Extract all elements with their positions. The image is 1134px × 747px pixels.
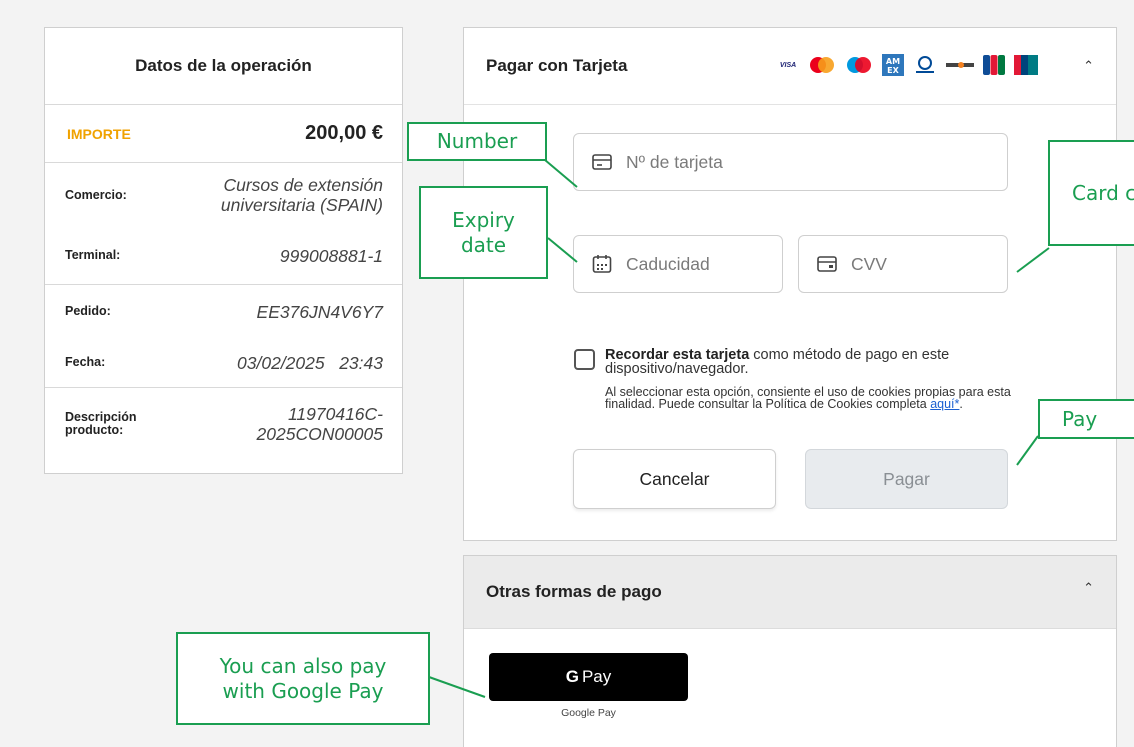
card-code-callout: Card c bbox=[1048, 140, 1134, 246]
other-payment-panel: Otras formas de pago ⌃ G Pay Google Pay bbox=[463, 555, 1117, 747]
merchant-label: Comercio: bbox=[65, 187, 127, 202]
google-pay-callout: You can also pay with Google Pay bbox=[176, 632, 430, 725]
other-collapse-chevron-icon[interactable]: ⌃ bbox=[1083, 580, 1094, 596]
card-panel-header[interactable]: Pagar con Tarjeta VISA AM EX ⌃ bbox=[464, 28, 1116, 105]
order-value: EE376JN4V6Y7 bbox=[256, 301, 383, 322]
order-label: Pedido: bbox=[65, 304, 111, 318]
maestro-icon bbox=[845, 55, 873, 75]
card-panel-title: Pagar con Tarjeta bbox=[486, 56, 628, 75]
cookie-notice: Al seleccionar esta opción, consiente el… bbox=[605, 386, 1024, 411]
card-icon bbox=[592, 154, 612, 170]
card-brands: VISA AM EX bbox=[777, 54, 1038, 76]
amex-icon: AM EX bbox=[882, 54, 904, 76]
description-label: Descripción producto: bbox=[65, 410, 137, 437]
card-number-field[interactable]: Nº de tarjeta bbox=[573, 133, 1008, 191]
calendar-icon bbox=[592, 255, 612, 273]
amount-row: IMPORTE 200,00 € bbox=[45, 105, 402, 163]
mastercard-icon bbox=[808, 55, 836, 75]
pay-button[interactable]: Pagar bbox=[805, 449, 1008, 509]
operation-summary-panel: Datos de la operación IMPORTE 200,00 € C… bbox=[44, 27, 403, 474]
remember-card-text: Recordar esta tarjeta como método de pag… bbox=[605, 348, 1024, 377]
summary-title: Datos de la operación bbox=[45, 28, 402, 105]
amount-value: 200,00 € bbox=[305, 122, 383, 144]
cancel-button[interactable]: Cancelar bbox=[573, 449, 776, 509]
date-row: Fecha: 03/02/2025 23:43 bbox=[45, 338, 402, 388]
cvv-placeholder: CVV bbox=[851, 253, 887, 274]
terminal-label: Terminal: bbox=[65, 248, 121, 262]
amount-label: IMPORTE bbox=[67, 125, 131, 142]
jcb-icon bbox=[983, 55, 1005, 75]
description-row: Descripción producto: 11970416C-2025CON0… bbox=[45, 388, 402, 460]
google-g-icon: G bbox=[565, 667, 579, 686]
cookie-policy-link[interactable]: aquí* bbox=[930, 397, 959, 411]
merchant-row: Comercio: Cursos de extensión universita… bbox=[45, 163, 402, 227]
discover-icon bbox=[946, 55, 974, 75]
collapse-chevron-icon[interactable]: ⌃ bbox=[1083, 58, 1094, 74]
expiry-field[interactable]: Caducidad bbox=[573, 235, 783, 293]
pay-callout: Pay bbox=[1038, 399, 1134, 439]
svg-text:AM: AM bbox=[886, 57, 900, 66]
visa-icon: VISA bbox=[779, 61, 797, 69]
card-payment-panel: Pagar con Tarjeta VISA AM EX ⌃ Nº de tar… bbox=[463, 27, 1117, 541]
diners-icon bbox=[913, 55, 937, 75]
svg-text:EX: EX bbox=[887, 66, 899, 75]
terminal-row: Terminal: 999008881-1 bbox=[45, 227, 402, 285]
google-pay-caption: Google Pay bbox=[561, 707, 616, 719]
cookie-end: . bbox=[959, 397, 963, 411]
terminal-value: 999008881-1 bbox=[279, 245, 383, 266]
cvv-card-icon bbox=[817, 256, 837, 272]
date-label: Fecha: bbox=[65, 355, 106, 369]
order-row: Pedido: EE376JN4V6Y7 bbox=[45, 285, 402, 338]
number-callout: Number bbox=[407, 122, 547, 161]
description-value: 11970416C-2025CON00005 bbox=[256, 404, 383, 444]
remember-card-option: Recordar esta tarjeta como método de pag… bbox=[574, 348, 1024, 410]
google-pay-label: Pay bbox=[581, 667, 612, 686]
date-value: 03/02/2025 23:43 bbox=[237, 352, 383, 373]
other-panel-header[interactable]: Otras formas de pago ⌃ bbox=[464, 556, 1116, 629]
other-panel-title: Otras formas de pago bbox=[486, 582, 662, 601]
cvv-field[interactable]: CVV bbox=[798, 235, 1008, 293]
expiry-callout: Expiry date bbox=[419, 186, 548, 279]
merchant-value: Cursos de extensión universitaria (SPAIN… bbox=[220, 175, 383, 215]
remember-card-checkbox[interactable] bbox=[574, 349, 595, 370]
google-pay-button[interactable]: G Pay bbox=[489, 653, 688, 701]
card-number-placeholder: Nº de tarjeta bbox=[626, 151, 723, 172]
expiry-placeholder: Caducidad bbox=[626, 253, 710, 274]
unionpay-icon bbox=[1014, 55, 1038, 75]
